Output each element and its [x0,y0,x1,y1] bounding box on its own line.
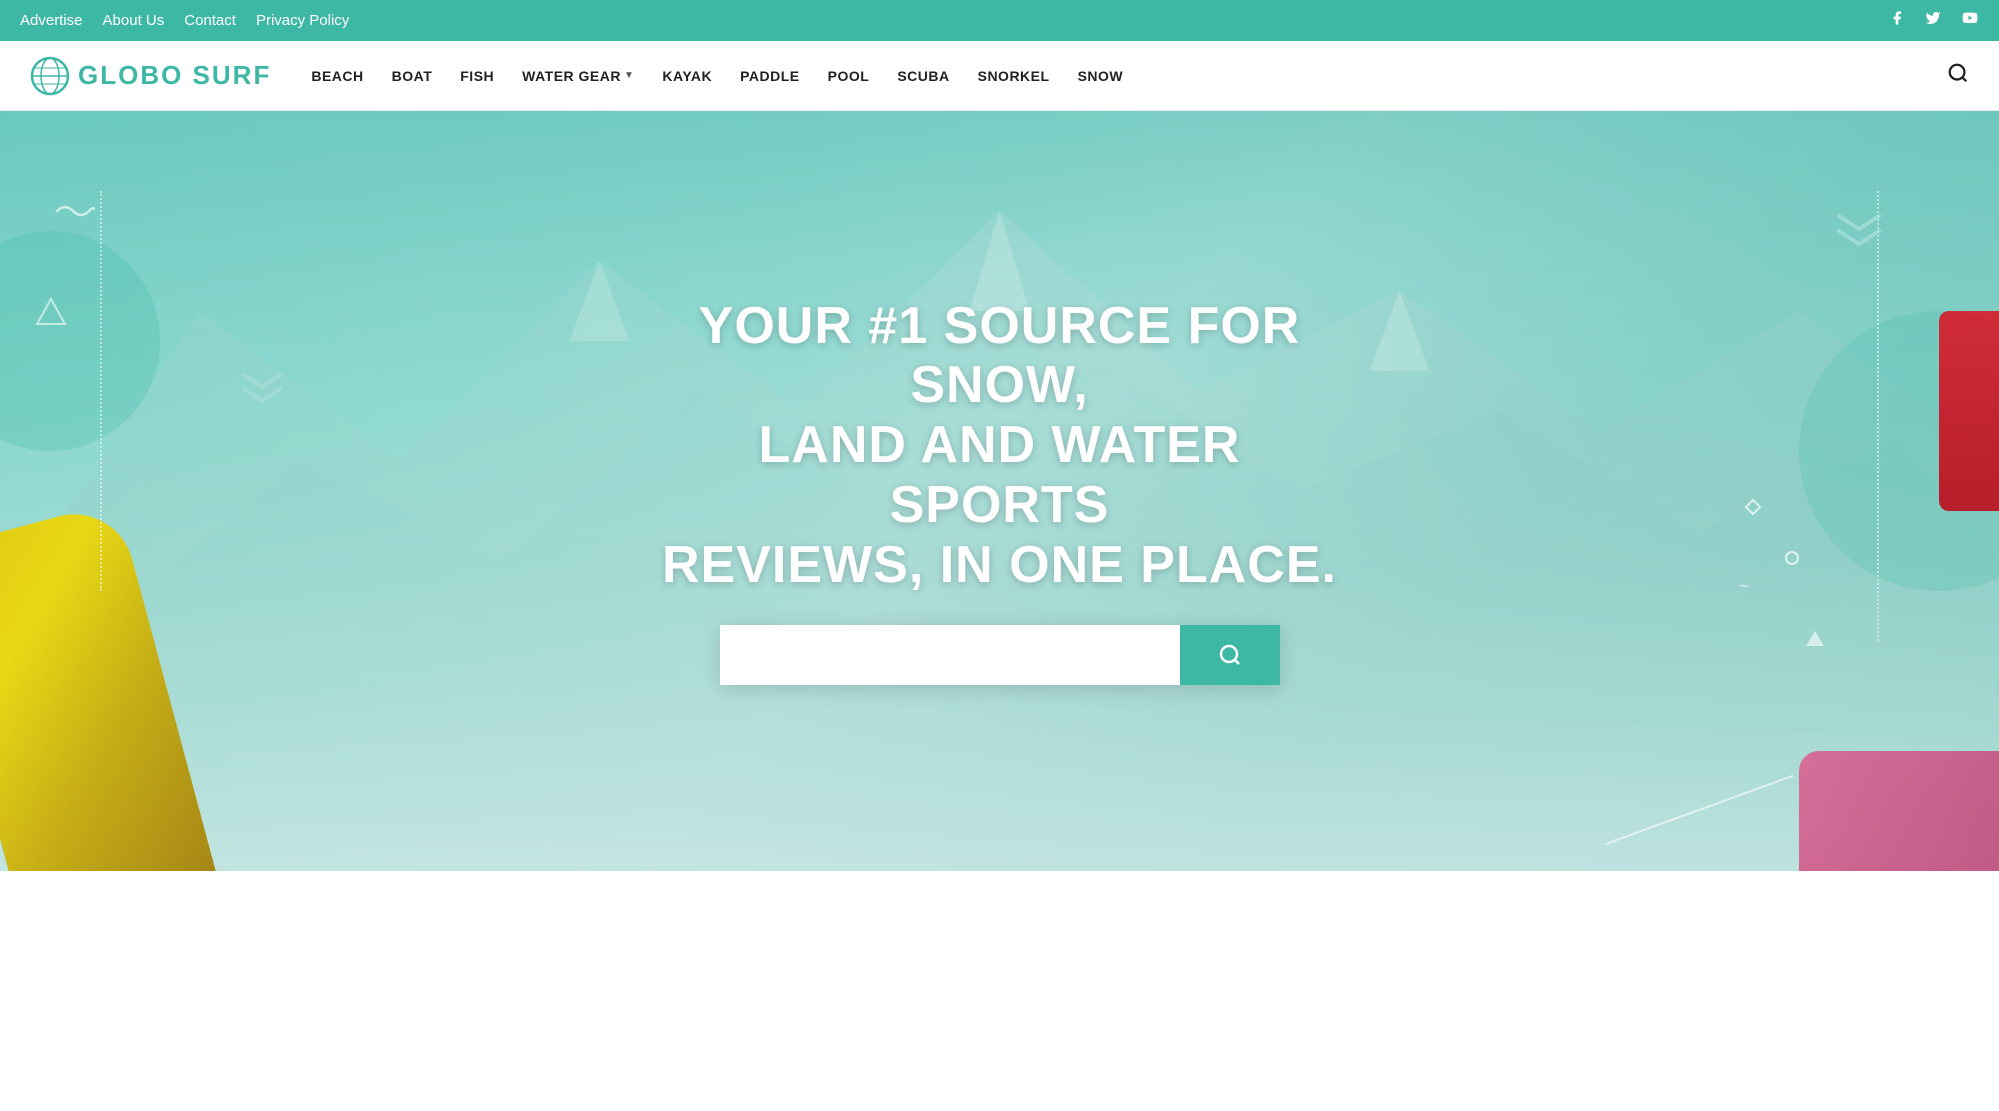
logo[interactable]: GLOBO SURF [30,56,271,96]
nav-snow[interactable]: SNOW [1078,68,1124,84]
search-icon [1218,643,1242,667]
nav-search-icon[interactable] [1947,62,1969,90]
hero-search-input[interactable] [720,625,1180,685]
logo-text: GLOBO SURF [78,60,271,91]
hero-search-button[interactable] [1180,625,1280,685]
youtube-icon[interactable] [1961,10,1979,31]
main-navigation: GLOBO SURF BEACH BOAT FISH WATER GEAR ▼ … [0,41,1999,111]
twitter-icon[interactable] [1925,10,1941,31]
circle-outline-deco-right [1785,551,1799,565]
nav-kayak[interactable]: KAYAK [662,68,712,84]
nav-beach[interactable]: BEACH [311,68,363,84]
facebook-icon[interactable] [1889,10,1905,31]
wave-deco-left [55,201,95,226]
nav-snorkel[interactable]: SNORKEL [978,68,1050,84]
dotted-line-left [100,191,102,591]
hero-section: ~ YOUR #1 SOURCE FOR SNOW, LAND AND WATE… [0,111,1999,871]
top-bar-links: Advertise About Us Contact Privacy Polic… [20,12,349,29]
advertise-link[interactable]: Advertise [20,12,83,29]
top-bar-social [1889,10,1979,31]
privacy-policy-link[interactable]: Privacy Policy [256,12,349,29]
nav-links: BEACH BOAT FISH WATER GEAR ▼ KAYAK PADDL… [311,62,1969,90]
top-bar: Advertise About Us Contact Privacy Polic… [0,0,1999,41]
chevron-deco-right [1834,211,1884,256]
water-gear-dropdown-arrow: ▼ [624,70,634,81]
red-paddle-right [1939,311,1999,511]
about-us-link[interactable]: About Us [103,12,165,29]
dotted-line-right [1877,191,1879,641]
triangle-deco-left [35,296,67,333]
nav-boat[interactable]: BOAT [392,68,433,84]
logo-globe-icon [30,56,70,96]
chevron-deco-left [240,371,285,411]
hero-search-bar [720,625,1280,685]
pink-element-right [1799,751,1999,871]
triangle-deco-bottom-right [1806,631,1824,646]
nav-water-gear[interactable]: WATER GEAR ▼ [522,68,634,84]
nav-scuba[interactable]: SCUBA [897,68,949,84]
nav-paddle[interactable]: PADDLE [740,68,800,84]
contact-link[interactable]: Contact [184,12,236,29]
hero-headline: YOUR #1 SOURCE FOR SNOW, LAND AND WATER … [650,297,1350,596]
hero-content: YOUR #1 SOURCE FOR SNOW, LAND AND WATER … [650,297,1350,686]
nav-pool[interactable]: POOL [828,68,870,84]
wave-deco-right: ~ [1738,576,1749,597]
nav-fish[interactable]: FISH [460,68,494,84]
